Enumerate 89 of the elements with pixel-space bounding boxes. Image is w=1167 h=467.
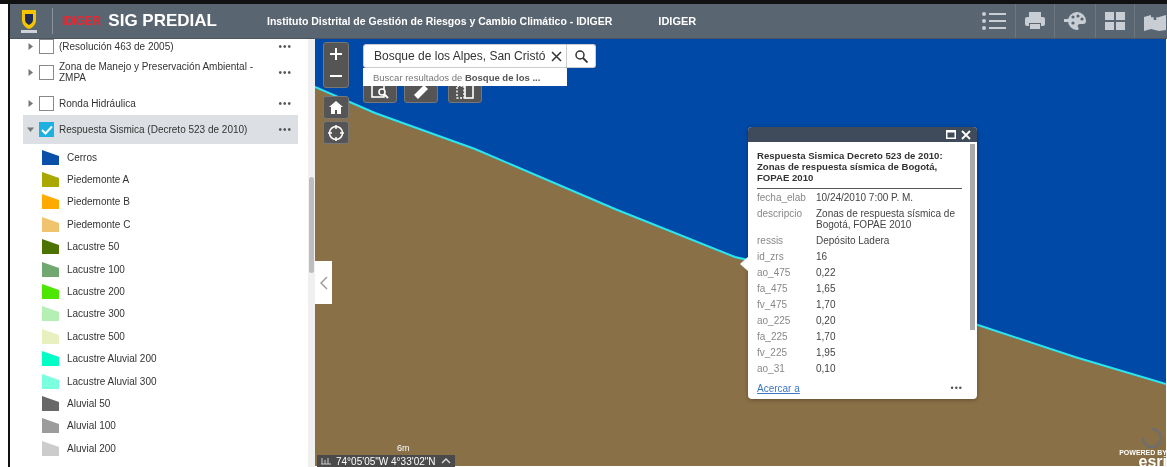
zoom-in-icon[interactable] [330,48,342,60]
clear-icon[interactable] [551,50,562,62]
locate-button[interactable] [323,121,349,144]
scrollbar-thumb[interactable] [309,177,314,273]
maximize-icon[interactable] [946,130,956,139]
crosshair-icon[interactable] [328,124,344,141]
legend-label: Lacustre 500 [67,330,125,342]
attribute-name: ao_31 [757,363,786,374]
legend-label: Aluvial 100 [67,420,116,432]
layer-menu-button[interactable]: ••• [278,124,292,135]
expand-caret-icon[interactable] [27,126,34,133]
print-icon[interactable] [1024,11,1046,31]
layer-row[interactable]: Ronda Hidráulica ••• [23,92,298,114]
attribute-name: descripcio [757,209,804,221]
layer-row[interactable]: Respuesta Sismica (Decreto 523 de 2010) ••• [23,115,298,144]
legend-label: Piedemonte C [67,218,131,230]
layer-list-icon[interactable] [981,11,1007,31]
legend-label: Lacustre Aluvial 300 [67,375,157,387]
attribute-value: Depósito Ladera [816,235,890,246]
home-button[interactable] [323,96,349,119]
layer-name: (Resolución 463 de 2005) [59,41,175,52]
layer-checkbox[interactable] [39,95,54,111]
institution-title: Instituto Distrital de Gestión de Riesgos y Cambio Climático - IDIGER [266,15,613,27]
attribute-value: 16 [816,251,828,262]
caret-up-icon[interactable] [440,457,451,465]
layer-menu-button[interactable]: ••• [278,41,292,52]
more-button[interactable]: ••• [950,383,963,393]
layer-menu-button[interactable]: ••• [278,97,292,109]
attribute-name: fv_475 [757,299,789,310]
layer-name: Respuesta Sismica (Decreto 523 de 2010) [59,124,249,135]
search-button[interactable] [567,44,596,68]
chevron-left-icon[interactable] [319,275,328,290]
legend-label: Lacustre Aluvial 200 [67,353,157,365]
legend-label: Lacustre 200 [67,286,125,298]
layer-checkbox[interactable] [39,122,54,137]
attribute-value: 1,70 [816,331,836,342]
attribute-name: fa_475 [757,283,789,294]
attribute-name: fa_225 [757,331,789,342]
legend-label: Lacustre 50 [67,241,120,253]
attribute-name: ressis [757,235,785,246]
legend-label: Lacustre 100 [67,263,125,275]
scale-label: 6m [397,443,410,453]
attribute-value: 10/24/2010 7:00 P. M. [816,193,914,204]
header-link[interactable]: IDIGER [658,15,697,27]
attribute-name: ao_475 [757,267,792,278]
select-icon[interactable] [371,83,389,99]
zoom-to-link[interactable]: Acercar a [757,382,800,394]
app-title: SIG PREDIAL [108,11,217,31]
close-icon[interactable] [961,129,971,140]
palette-icon[interactable] [1063,11,1087,31]
popup-title: Respuesta Sismica Decreto 523 de 2010: Zonas de respuesta sísmica de Bogotá, FOPAE 2010 [757,150,944,183]
layer-name: Zona de Manejo y Preservación Ambiental - ZMPA [59,61,254,83]
expand-caret-icon[interactable] [27,68,34,76]
grid-icon[interactable] [1104,11,1126,31]
layer-row[interactable]: (Resolución 463 de 2005) ••• [23,39,298,54]
swipe-icon[interactable] [456,83,474,99]
attribute-name: id_zrs [757,251,785,262]
home-icon[interactable] [329,101,343,114]
layer-row[interactable]: Zona de Manejo y Preservación Ambiental - ZMPA ••• [23,56,298,88]
brand-name: IDIGER [62,14,101,28]
attribute-value: Zonas de respuesta sísmica de Bogotá, FOPAE 2010 [816,209,956,230]
layer-checkbox[interactable] [39,64,54,80]
attribute-value: 1,95 [816,347,836,358]
attribute-value: 1,70 [816,299,836,310]
attribute-value: 0,10 [816,363,836,374]
popup-scrollbar[interactable] [970,144,975,330]
ruler-icon[interactable] [412,83,430,99]
legend-label: Cerros [67,151,97,163]
shield-logo-icon [20,8,38,34]
layer-name: Ronda Hidráulica [59,97,137,109]
layer-menu-button[interactable]: ••• [278,66,292,78]
expand-caret-icon[interactable] [27,43,34,50]
coordinate-icon[interactable] [321,457,331,465]
legend-label: Aluvial 200 [67,442,116,454]
attribute-value: 1,65 [816,283,836,294]
expand-caret-icon[interactable] [27,99,34,107]
legend-label: Piedemonte A [67,174,130,186]
attribute-name: fv_225 [757,347,789,358]
coordinates-text: 74°05'05"W 4°33'02"N [336,455,436,467]
search-icon[interactable] [574,49,588,63]
layer-checkbox[interactable] [39,39,54,54]
legend-label: Lacustre 300 [67,308,125,320]
legend-label: Aluvial 50 [67,398,111,409]
loading-spinner-icon [1141,427,1163,449]
attribute-value: 0,22 [816,267,836,278]
attribute-name: ao_225 [757,315,792,326]
attribute-name: fecha_elab [757,193,807,204]
legend-label: Piedemonte B [67,196,130,208]
attribute-value: 0,20 [816,315,836,326]
